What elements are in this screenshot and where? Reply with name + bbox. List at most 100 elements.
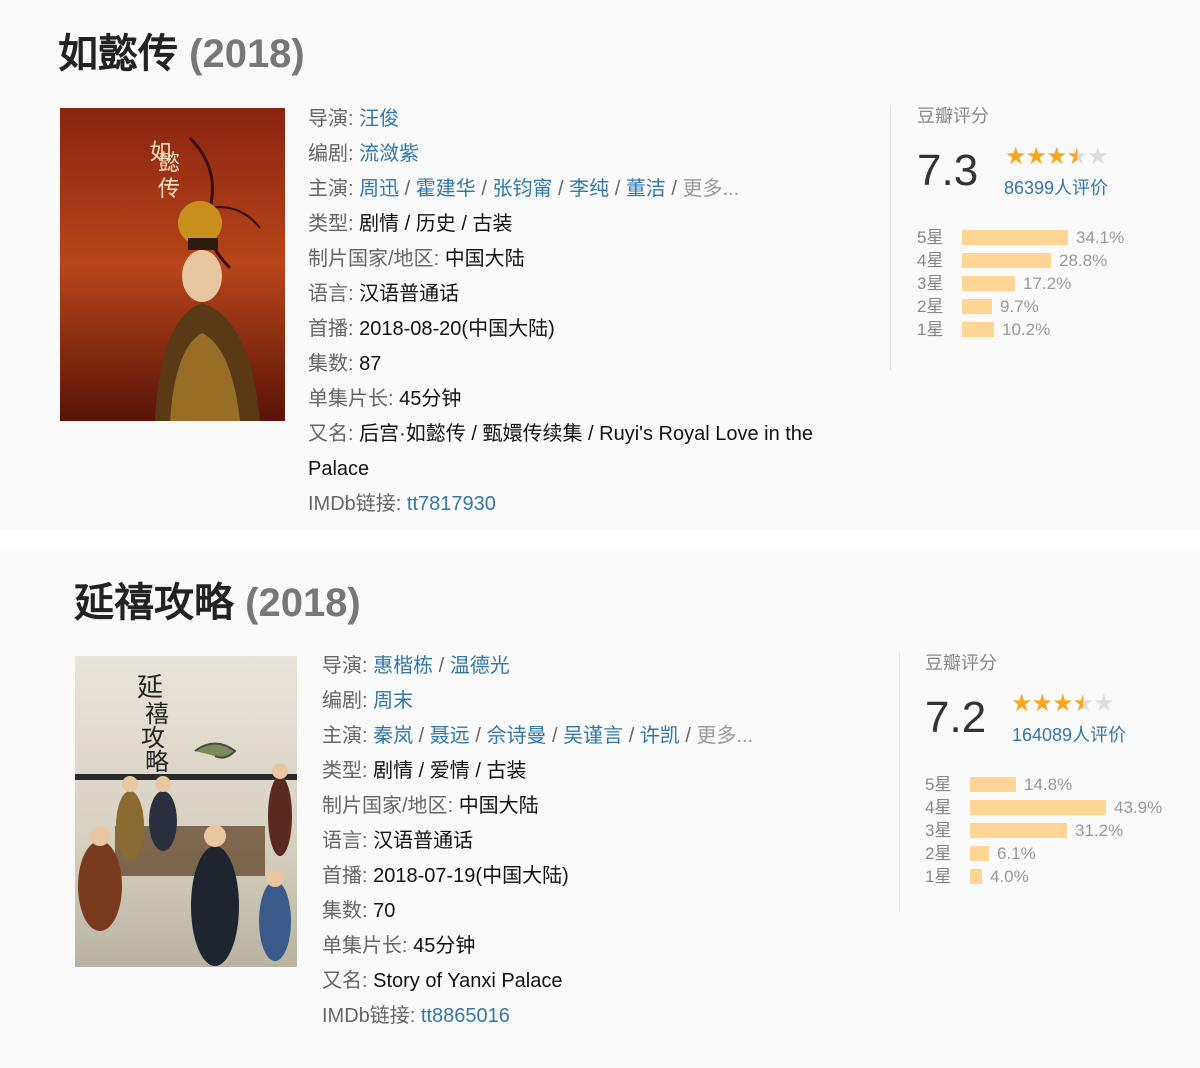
cast-link[interactable]: 聂远	[430, 725, 470, 747]
aka-value: 后宫·如懿传 / 甄嬛传续集 / Ruyi's Royal Love in th…	[359, 423, 814, 445]
imdb-row: IMDb链接: tt7817930	[308, 493, 496, 515]
cast-link[interactable]: 周迅	[359, 178, 399, 200]
rating-bar	[970, 846, 989, 861]
rating-percent: 9.7%	[1000, 297, 1039, 316]
episodes-value: 87	[359, 353, 382, 375]
director-link[interactable]: 汪俊	[359, 108, 399, 130]
cast-link[interactable]: 许凯	[640, 725, 680, 747]
cast-row: 主演: 秦岚 / 聂远 / 佘诗曼 / 吴谨言 / 许凯 / 更多...	[322, 725, 754, 747]
genre-value: 历史	[415, 213, 456, 235]
writer-label: 编剧	[308, 143, 348, 165]
star-rating: ★★★★★★	[1011, 690, 1115, 717]
star-icon: ★	[1052, 690, 1073, 717]
poster-image[interactable]: 延 禧 攻 略	[75, 656, 297, 967]
language-value: 汉语普通话	[359, 283, 460, 305]
rating-bar	[962, 276, 1015, 291]
genre-value: 古装	[486, 760, 527, 782]
poster-illustration: 如 懿 传	[60, 108, 285, 421]
star-level-label: 5星	[925, 775, 952, 794]
cast-link[interactable]: 李纯	[569, 178, 609, 200]
cast-link[interactable]: 佘诗曼	[486, 725, 546, 747]
cast-label: 主演	[322, 725, 362, 747]
divider	[890, 105, 891, 370]
writer-row: 编剧: 流潋紫	[308, 143, 420, 165]
poster-image[interactable]: 如 懿 传	[60, 108, 285, 421]
aka-label: 又名	[322, 970, 362, 992]
region-row: 制片国家/地区: 中国大陆	[322, 795, 539, 817]
rating-percent: 14.8%	[1024, 775, 1073, 794]
imdb-link[interactable]: tt8865016	[421, 1005, 510, 1027]
language-label: 语言	[322, 830, 362, 852]
rating-bar	[970, 777, 1016, 792]
rating-percent: 43.9%	[1114, 798, 1163, 817]
cast-link[interactable]: 秦岚	[373, 725, 413, 747]
rating-label: 豆瓣评分	[917, 106, 989, 126]
rating-bar	[970, 800, 1106, 815]
show-year: (2018)	[245, 581, 361, 625]
language-label: 语言	[308, 283, 348, 305]
rating-bar-row: 4星 28.8%	[917, 249, 1157, 272]
genre-row: 类型: 剧情 / 历史 / 古装	[308, 213, 513, 235]
show-card-yanxi: 延禧攻略 (2018) 延 禧 攻 略 导演: 惠楷栋 / 温德光 编剧: 周末…	[0, 548, 1200, 1068]
writer-label: 编剧	[322, 690, 362, 712]
director-link[interactable]: 温德光	[450, 655, 510, 677]
rating-bar	[970, 869, 982, 884]
genre-value: 剧情	[373, 760, 414, 782]
rating-bar	[962, 299, 992, 314]
genre-value: 剧情	[359, 213, 400, 235]
genre-row: 类型: 剧情 / 爱情 / 古装	[322, 760, 527, 782]
rating-percent: 6.1%	[997, 844, 1036, 863]
region-value: 中国大陆	[458, 795, 539, 817]
runtime-row: 单集片长: 45分钟	[322, 935, 476, 957]
imdb-link[interactable]: tt7817930	[407, 493, 496, 515]
star-icon: ★	[1031, 690, 1053, 717]
aka-value: Story of Yanxi Palace	[373, 970, 563, 992]
writer-link[interactable]: 周末	[373, 690, 413, 712]
genre-value: 爱情	[429, 760, 470, 782]
premiere-label: 首播	[322, 865, 362, 887]
votes-link[interactable]: 86399人评价	[1004, 176, 1108, 200]
runtime-value: 45分钟	[399, 388, 462, 410]
imdb-row: IMDb链接: tt8865016	[322, 1005, 510, 1027]
cast-link[interactable]: 霍建华	[416, 178, 476, 200]
episodes-row: 集数: 87	[308, 353, 382, 375]
episodes-value: 70	[373, 900, 396, 922]
divider	[899, 652, 900, 912]
show-title-text: 如懿传	[58, 32, 178, 76]
aka-label: 又名	[308, 423, 348, 445]
writer-link[interactable]: 流潋紫	[359, 143, 419, 165]
half-star-icon: ★★	[1066, 143, 1088, 170]
rating-percent: 17.2%	[1023, 274, 1072, 293]
star-level-label: 3星	[917, 274, 944, 293]
aka-row: 又名: Story of Yanxi Palace	[322, 970, 563, 992]
rating-distribution: 5星 34.1% 4星 28.8% 3星 17.2% 2星 9.7% 1星 10.2%	[917, 226, 1157, 341]
rating-bar-row: 2星 6.1%	[925, 842, 1165, 865]
poster-illustration: 延 禧 攻 略	[75, 656, 297, 967]
cast-more-link[interactable]: 更多...	[696, 725, 753, 747]
star-level-label: 4星	[925, 798, 952, 817]
rating-bar-row: 3星 31.2%	[925, 819, 1165, 842]
rating-bar-row: 1星 4.0%	[925, 865, 1165, 888]
rating-percent: 31.2%	[1075, 821, 1124, 840]
region-value: 中国大陆	[444, 248, 525, 270]
star-icon: ★	[1005, 143, 1026, 170]
votes-link[interactable]: 164089人评价	[1012, 723, 1126, 747]
rating-panel: 豆瓣评分 7.3 ★★★★★★ 86399人评价 5星34.1%4星28.8%3…	[917, 104, 1157, 354]
premiere-value: 2018-07-19(中国大陆)	[373, 865, 569, 887]
cast-more-link[interactable]: 更多...	[682, 178, 739, 200]
director-label: 导演	[322, 655, 362, 677]
cast-link[interactable]: 董洁	[626, 178, 666, 200]
cast-link[interactable]: 张钧甯	[492, 178, 552, 200]
rating-bar-row: 2星 9.7%	[917, 295, 1157, 318]
cast-link[interactable]: 吴谨言	[563, 725, 623, 747]
director-link[interactable]: 惠楷栋	[373, 655, 433, 677]
episodes-label: 集数	[322, 900, 362, 922]
star-icon: ★	[1025, 143, 1047, 170]
rating-bar	[970, 823, 1067, 838]
show-year: (2018)	[189, 32, 305, 76]
cast-label: 主演	[308, 178, 348, 200]
rating-bar-row: 5星 34.1%	[917, 226, 1157, 249]
empty-star-icon: ★	[1093, 690, 1114, 717]
star-icon: ★	[1046, 143, 1067, 170]
premiere-label: 首播	[308, 318, 348, 340]
